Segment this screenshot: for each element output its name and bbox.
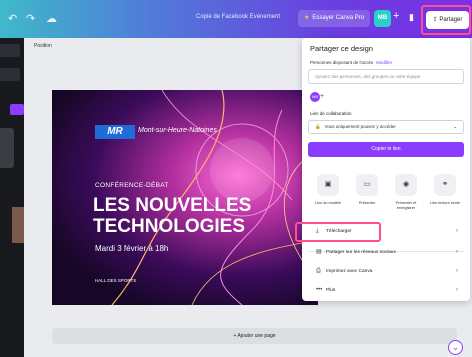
chevron-right-icon: › bbox=[456, 249, 458, 255]
access-select-value: Vous uniquement pouvez y accéder bbox=[324, 124, 396, 129]
template-icon: ▣ bbox=[317, 174, 339, 196]
design-kicker: CONFÉRENCE-DÉBAT bbox=[95, 182, 169, 189]
insights-icon[interactable]: ▮ bbox=[409, 12, 414, 23]
left-panel bbox=[0, 38, 24, 357]
undo-icon[interactable]: ↶ bbox=[8, 12, 17, 25]
action-view-only-link[interactable]: ⚭ Lien lecture seule bbox=[429, 174, 461, 206]
modify-link[interactable]: Modifier bbox=[376, 60, 392, 65]
member-avatar[interactable]: MB bbox=[310, 92, 320, 102]
action-label: Lien lecture seule bbox=[430, 201, 460, 205]
more-label: Plus bbox=[326, 288, 336, 293]
share-highlight-box bbox=[421, 5, 471, 35]
print-label: Imprimez avec Canva bbox=[326, 269, 373, 274]
add-member-icon[interactable]: + bbox=[320, 92, 328, 102]
lock-icon: 🔒 bbox=[315, 124, 321, 129]
document-title[interactable]: Copie de Facebook Évènement bbox=[196, 14, 280, 20]
design-subtitle: Mont-sur-Heure-Natoines bbox=[138, 127, 217, 134]
action-present-record[interactable]: ◉ Présenter et enregistrer bbox=[390, 174, 422, 211]
collab-link-label: Lien de collaboration bbox=[310, 111, 352, 116]
side-tab[interactable] bbox=[0, 44, 20, 57]
top-toolbar: ↶ ↷ ☁ Copie de Facebook Évènement ★ Essay… bbox=[0, 0, 472, 38]
design-title-line1: LES NOUVELLES bbox=[93, 195, 252, 216]
print-icon: ⎙ bbox=[316, 268, 321, 274]
cloud-sync-icon[interactable]: ☁ bbox=[46, 12, 57, 25]
chevron-down-icon: ⌄ bbox=[453, 124, 457, 129]
chevron-down-icon[interactable]: ⌄ bbox=[448, 340, 463, 355]
share-panel-title: Partager ce design bbox=[310, 44, 373, 53]
action-label: Lien du modèle bbox=[315, 201, 341, 205]
try-pro-label: Essayer Canva Pro bbox=[312, 15, 365, 21]
selected-side-item[interactable] bbox=[10, 104, 24, 115]
people-access-row: Personnes disposant de l'accès Modifier bbox=[310, 60, 392, 65]
social-share-label: Partager sur les réseaux sociaux bbox=[326, 250, 396, 255]
chevron-right-icon: › bbox=[456, 228, 458, 234]
add-people-input[interactable]: Ajoutez des personnes, des groupes ou vo… bbox=[308, 69, 464, 84]
add-page-button[interactable]: + Ajouter une page bbox=[52, 328, 457, 344]
more-row[interactable]: ••• Plus › bbox=[308, 282, 464, 299]
copy-link-button[interactable]: Copier le lien bbox=[308, 142, 464, 157]
action-label: Présenter bbox=[358, 201, 376, 205]
present-icon: ▭ bbox=[356, 174, 378, 196]
page-label[interactable]: Position bbox=[34, 43, 52, 49]
add-collaborator-icon[interactable]: + bbox=[393, 10, 399, 22]
action-template-link[interactable]: ▣ Lien du modèle bbox=[312, 174, 344, 206]
user-avatar[interactable]: MB bbox=[374, 10, 391, 27]
design-date: Mardi 3 février à 18h bbox=[95, 244, 169, 253]
action-present[interactable]: ▭ Présenter bbox=[351, 174, 383, 206]
action-label: Présenter et enregistrer bbox=[395, 201, 417, 210]
crown-icon: ★ bbox=[304, 15, 310, 21]
mr-logo: MR bbox=[95, 125, 135, 139]
side-thumbnail[interactable] bbox=[0, 128, 14, 168]
access-select[interactable]: 🔒 Vous uniquement pouvez y accéder ⌄ bbox=[308, 120, 464, 134]
side-image-thumbnail[interactable] bbox=[12, 207, 24, 243]
chevron-right-icon: › bbox=[456, 268, 458, 274]
people-access-label: Personnes disposant de l'accès bbox=[310, 60, 374, 65]
print-row[interactable]: ⎙ Imprimez avec Canva › bbox=[308, 263, 464, 280]
more-icon: ••• bbox=[316, 287, 323, 293]
chevron-right-icon: › bbox=[456, 287, 458, 293]
design-canvas[interactable]: MR Mont-sur-Heure-Natoines CONFÉRENCE-DÉ… bbox=[52, 90, 318, 305]
social-share-row[interactable]: ▤ Partager sur les réseaux sociaux › bbox=[308, 244, 464, 261]
design-title-line2: TECHNOLOGIES bbox=[93, 216, 246, 237]
record-icon: ◉ bbox=[395, 174, 417, 196]
try-pro-button[interactable]: ★ Essayer Canva Pro bbox=[298, 10, 371, 27]
redo-icon[interactable]: ↷ bbox=[26, 12, 35, 25]
link-icon: ⚭ bbox=[434, 174, 456, 196]
design-venue: HALL DES SPORTS bbox=[95, 278, 137, 283]
social-icon: ▤ bbox=[316, 249, 322, 255]
download-highlight-box bbox=[295, 222, 381, 242]
side-tab[interactable] bbox=[0, 68, 20, 81]
share-panel: Partager ce design Personnes disposant d… bbox=[302, 38, 470, 301]
